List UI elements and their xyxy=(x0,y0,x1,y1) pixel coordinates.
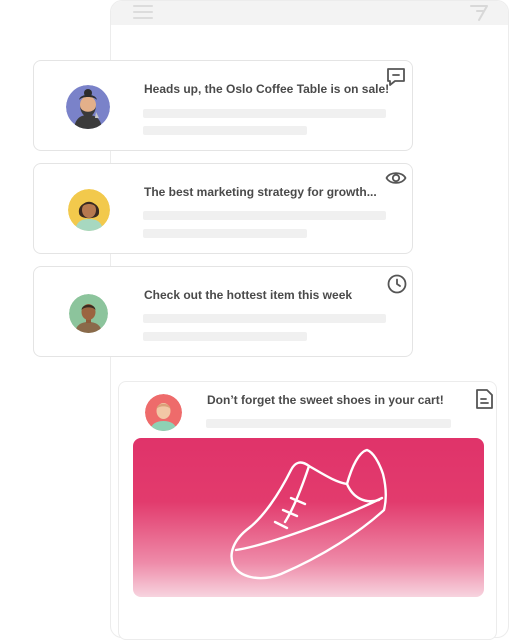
clock-icon[interactable] xyxy=(386,273,408,295)
notification-title: Heads up, the Oslo Coffee Table is on sa… xyxy=(144,82,390,96)
placeholder-line xyxy=(143,314,386,323)
notification-card[interactable]: The best marketing strategy for growth..… xyxy=(33,163,413,254)
document-icon[interactable] xyxy=(473,388,495,410)
avatar xyxy=(145,394,182,431)
notification-title: Check out the hottest item this week xyxy=(144,288,353,302)
placeholder-line xyxy=(143,126,307,135)
placeholder-line xyxy=(143,211,386,220)
notification-card[interactable]: Heads up, the Oslo Coffee Table is on sa… xyxy=(33,60,413,151)
avatar xyxy=(69,294,108,333)
notification-title: Don’t forget the sweet shoes in your car… xyxy=(207,393,444,407)
notification-title: The best marketing strategy for growth..… xyxy=(144,185,377,199)
brand-logo-icon xyxy=(468,3,490,23)
window-header xyxy=(111,1,508,25)
eye-icon[interactable] xyxy=(385,167,407,189)
placeholder-line xyxy=(143,332,307,341)
placeholder-line xyxy=(206,419,451,428)
hamburger-icon[interactable] xyxy=(133,5,153,19)
avatar xyxy=(68,189,110,231)
product-image[interactable] xyxy=(133,438,484,597)
placeholder-line xyxy=(143,109,386,118)
placeholder-line xyxy=(143,229,307,238)
avatar xyxy=(66,85,110,129)
featured-notification-card[interactable]: Don’t forget the sweet shoes in your car… xyxy=(118,381,497,640)
message-icon[interactable] xyxy=(385,66,407,88)
sneaker-icon xyxy=(230,448,387,580)
notification-card[interactable]: Check out the hottest item this week xyxy=(33,266,413,357)
